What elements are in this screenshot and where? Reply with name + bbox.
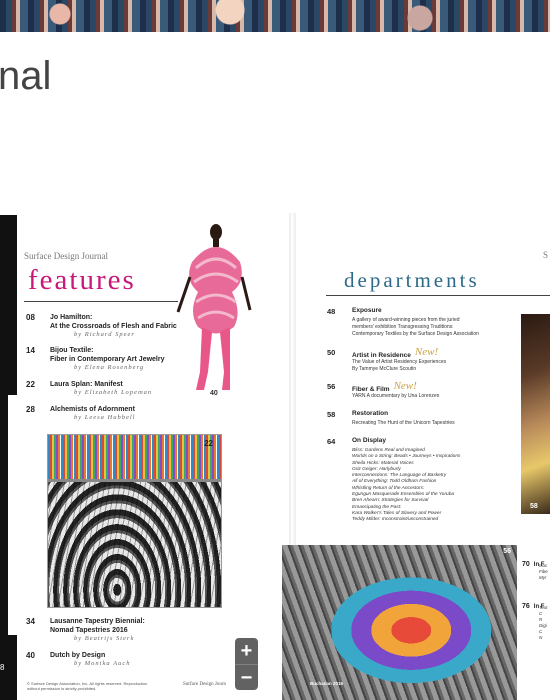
toc-subtitle: Fiber in Contemporary Art Jewelry [50, 356, 165, 363]
toc-title: Jo Hamilton: [50, 314, 93, 321]
dept-description: Contemporary Textiles by the Surface Des… [352, 331, 479, 337]
umbrella-installation-image: 56 Buchanan 2016 [282, 545, 517, 700]
umbrella-page-number: 56 [503, 548, 511, 555]
dept-description: members' exhibition Transgressing Tradit… [352, 324, 454, 330]
dept-page-number: 58 [327, 410, 336, 419]
dept-page-number: 50 [327, 348, 336, 357]
dept-description-lines: Text C R Digi C N [539, 605, 547, 641]
zoom-out-button[interactable]: − [235, 664, 258, 691]
zoom-in-button[interactable]: + [235, 638, 258, 664]
departments-heading: departments [344, 268, 480, 292]
dept-description-lines: Isoc Fibe Myr [539, 563, 548, 581]
dept-description: By Tammye McClure Scoutin [352, 366, 417, 372]
dept-heading-text: Fiber & Film [352, 386, 390, 393]
toc-subtitle: Nomad Tapestries 2016 [50, 627, 128, 634]
previous-page-figure [0, 395, 17, 635]
dept-page-number: 48 [327, 307, 336, 316]
toc-author: by Richard Speer [74, 331, 135, 338]
tapestry-page-number: 22 [204, 439, 213, 448]
toc-author: by Elena Rosenberg [74, 364, 145, 371]
image-caption: Buchanan 2016 [310, 681, 344, 686]
features-rule [24, 301, 178, 302]
copyright-notice: © Surface Design Association, Inc. All r… [27, 681, 148, 691]
on-display-list: Bliss: Gardens Real and Imagined Worlds … [352, 448, 460, 524]
toc-page-number: 28 [26, 405, 35, 414]
portrait-image [521, 314, 550, 514]
dept-page-number: 70 [522, 561, 530, 568]
dept-page-number: 76 [522, 603, 530, 610]
fashion-figure-image [176, 224, 252, 390]
on-display-entry: Teddy Milder: Inconstraint/unconstrained [352, 517, 439, 523]
toc-author: by Monika Auch [74, 660, 131, 667]
portrait-page-number: 58 [530, 503, 538, 510]
toc-author: by Leesa Hubbell [74, 414, 136, 421]
zoom-control: + − [235, 638, 258, 690]
previous-page-number: 8 [0, 663, 5, 672]
dept-heading: Exposure [352, 307, 382, 314]
on-display-entry: Worlds on a String: Beads • Journeys • I… [352, 454, 461, 460]
dept-description: N [539, 635, 543, 640]
departments-rule [326, 295, 550, 296]
new-badge: New! [393, 380, 417, 392]
textile-banner-image [0, 0, 550, 32]
toc-page-number: 14 [26, 346, 35, 355]
header [0, 32, 550, 161]
page-title: nal [0, 54, 52, 98]
new-badge: New! [414, 346, 439, 358]
toc-title: Dutch by Design [50, 652, 106, 659]
dept-page-number: 64 [327, 437, 336, 446]
toc-title: Alchemists of Adornment [50, 406, 135, 413]
toc-page-number: 40 [26, 651, 35, 660]
toc-page-number: 08 [26, 313, 35, 322]
features-heading: features [28, 264, 136, 296]
tapestry-image: 22 [47, 434, 222, 608]
toc-subtitle: At the Crossroads of Flesh and Fabric [50, 323, 177, 330]
journal-name-edge: S [543, 250, 549, 260]
dept-heading: Restoration [352, 410, 389, 417]
dept-page-number: 56 [327, 382, 336, 391]
journal-name: Surface Design Journal [24, 251, 108, 261]
toc-author: by Elizabeth Lopeman [74, 389, 153, 396]
dept-heading: On Display [352, 437, 386, 444]
page-footer: Surface Design Journ [183, 682, 227, 687]
toc-title: Laura Splan: Manifest [50, 381, 123, 388]
toc-page-number: 22 [26, 380, 35, 389]
dept-description: Recreating The Hunt of the Unicorn Tapes… [352, 420, 455, 426]
toc-title: Bijou Textile: [50, 347, 94, 354]
toc-title: Lausanne Tapestry Biennial: [50, 618, 145, 625]
figure-page-number: 40 [210, 390, 218, 397]
dept-description: Myr [539, 575, 547, 580]
dept-description: YARN A documentary by Una Lorenzen [352, 393, 440, 399]
previous-page-edge [0, 215, 17, 700]
dept-description: The Value of Artist Residency Experience… [352, 359, 447, 365]
dept-description: A gallery of award-winning pieces from t… [352, 317, 460, 323]
dept-heading-text: Artist in Residence [352, 352, 411, 359]
tapestry-fringe [48, 435, 221, 482]
toc-author: by Beatrijs Sterk [74, 635, 135, 642]
toc-page-number: 34 [26, 617, 35, 626]
